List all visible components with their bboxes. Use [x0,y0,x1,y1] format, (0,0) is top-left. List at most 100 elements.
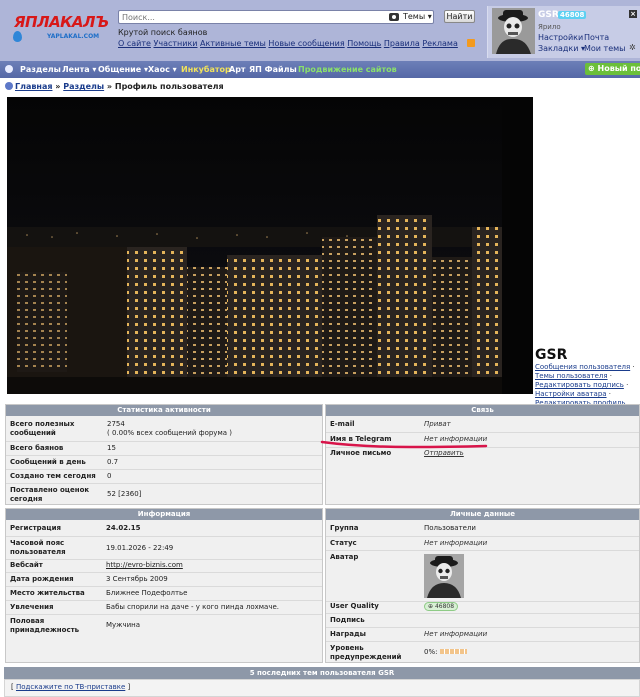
stats-label: Всего полезных сообщений [10,420,75,437]
link-user-posts[interactable]: Сообщения пользователя [535,363,630,371]
gear-icon[interactable]: ✲ [629,43,636,52]
personal-value: Нет информации [424,539,488,547]
divider [6,586,322,587]
camera-icon[interactable] [389,13,399,21]
personal-block: Личные данные Группа Пользователи Статус… [325,508,640,663]
info-label: Половая принадлежность [10,617,80,634]
username[interactable]: GSR [538,10,559,20]
personal-label: Статус [330,539,357,547]
divider [6,483,322,484]
personal-row: Уровень предупреждений 0%: [326,644,639,664]
drop-icon [13,31,22,42]
crumb-current: Профиль пользователя [114,82,224,91]
info-label: Дата рождения [10,575,74,583]
stats-title: Статистика активности [6,405,322,416]
warning-value: 0%: [424,648,438,656]
divider [326,550,639,551]
personal-value: Пользователи [424,524,476,532]
quality-badge: ⊕ 46808 [424,602,459,611]
my-topics-link[interactable]: Мои темы [584,44,625,53]
crumb-sections[interactable]: Разделы [63,82,104,91]
stats-label: Сообщений в день [10,458,86,466]
link-rules[interactable]: Правила [384,39,420,48]
stats-label: Поставлено оценок сегодня [10,486,90,503]
crumb-home[interactable]: Главная [15,82,52,91]
recent-topics-row: [ Подскажите по ТВ-приставке ] [4,679,640,697]
link-active-topics[interactable]: Активные темы [200,39,266,48]
divider [6,441,322,442]
top-links: О сайте Участники Активные темы Новые со… [118,39,458,48]
nav-incubator[interactable]: Инкубатор [181,65,231,74]
nav-sections[interactable]: Разделы [20,65,61,74]
link-ads[interactable]: Реклама [422,39,458,48]
search-scope-select[interactable]: Темы ▾ [403,12,432,21]
divider [326,613,639,614]
contact-title: Связь [326,405,639,416]
info-value: 3 Сентябрь 2009 [106,575,168,583]
rss-icon[interactable] [467,39,475,47]
nav-promo[interactable]: Продвижение сайтов [298,65,397,74]
recent-topic-link[interactable]: Подскажите по ТВ-приставке [16,683,125,691]
info-value: 19.01.2026 - 22:49 [106,544,174,552]
site-header: ЯПЛАКАЛЪ YAPLAKAL.COM Темы ▾ Найти Круто… [0,0,640,61]
rating-badge: 46808 [558,11,587,19]
divider [326,536,639,537]
info-label: Вебсайт [10,561,43,569]
personal-value: Нет информации [424,630,488,638]
search-input[interactable] [122,12,382,23]
slogan: Крутой поиск баянов [118,28,208,37]
stats-value: 2754 [107,420,125,428]
settings-link[interactable]: Настройки [538,33,583,42]
website-link[interactable]: http://evro-biznis.com [106,561,183,570]
stats-row: Всего полезных сообщений 2754 ( 0.00% вс… [6,420,322,442]
stats-label: Всего баянов [10,444,64,452]
mail-link[interactable]: Почта [584,33,609,42]
new-post-button[interactable]: ⊕ Новый пост [585,63,640,75]
info-value: Мужчина [106,621,141,629]
avatar-image [424,554,464,598]
divider [6,559,322,560]
stats-subvalue: ( 0.00% всех сообщений форума ) [107,429,232,437]
warning-bar [439,649,467,654]
personal-label: Награды [330,630,366,638]
info-title: Информация [6,509,322,520]
info-label: Регистрация [10,524,61,532]
recent-topics-title: 5 последних тем пользователя GSR [4,667,640,679]
user-region: Ярило [538,23,561,31]
profile-photo [7,97,533,394]
link-edit-signature[interactable]: Редактировать подпись [535,381,624,389]
home-icon[interactable] [5,65,13,73]
divider [326,432,639,433]
info-row: Часовой пояс пользователя 19.01.2026 - 2… [6,539,322,559]
stats-label: Создано тем сегодня [10,472,96,480]
nav-chaos[interactable]: Хаос ▾ [148,65,177,74]
site-logo[interactable]: ЯПЛАКАЛЪ YAPLAKAL.COM [5,13,109,43]
stats-value: 0.7 [107,458,119,466]
bookmarks-link[interactable]: Закладки ▾ [538,44,585,53]
new-post-label: Новый пост [597,64,640,73]
link-members[interactable]: Участники [153,39,197,48]
close-icon[interactable]: × [629,10,637,18]
link-help[interactable]: Помощь [347,39,381,48]
user-panel: GSR 46808 Ярило Настройки Почта Закладки… [487,6,640,58]
quality-value: 46808 [434,603,455,610]
info-block: Информация Регистрация 24.02.15 Часовой … [5,508,323,663]
info-value: 24.02.15 [106,524,141,532]
send-message-link[interactable]: Отправить [424,449,464,458]
plus-icon: ⊕ [588,64,598,73]
nav-art[interactable]: Арт [229,65,246,74]
link-avatar-settings[interactable]: Настройки аватара [535,390,607,398]
info-value: Ближнее Подефолтье [106,589,188,597]
nav-files[interactable]: ЯП Файлы [249,65,297,74]
profile-links: Сообщения пользователя · Темы пользовате… [535,363,635,407]
nav-talk[interactable]: Общение ▾ [98,65,148,74]
link-user-topics[interactable]: Темы пользователя [535,372,608,380]
avatar[interactable] [492,8,535,54]
nav-feed[interactable]: Лента ▾ [62,65,96,74]
link-new-posts[interactable]: Новые сообщения [268,39,344,48]
divider [6,614,322,615]
divider [6,469,322,470]
breadcrumb: Главная » Разделы » Профиль пользователя [5,82,224,91]
link-about[interactable]: О сайте [118,39,151,48]
search-button[interactable]: Найти [444,10,475,23]
